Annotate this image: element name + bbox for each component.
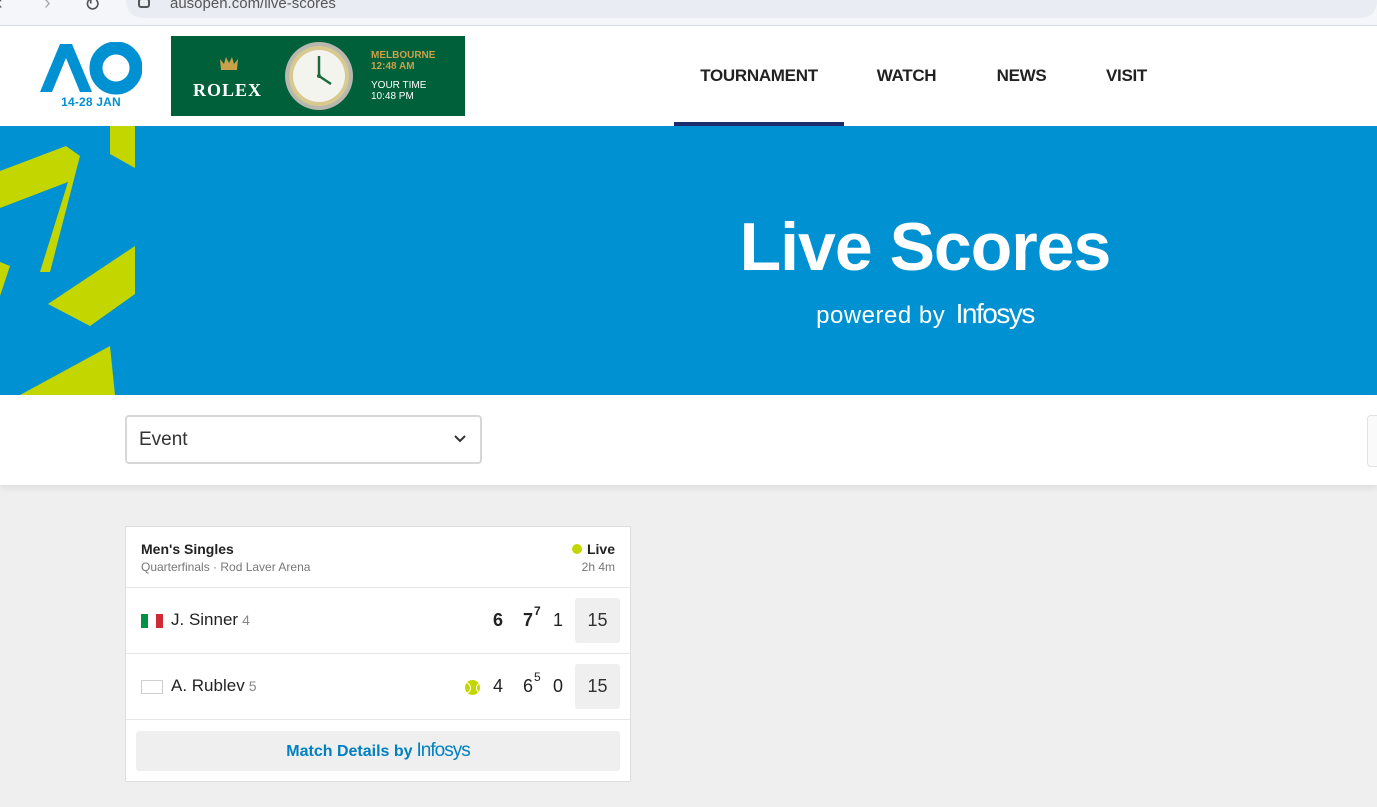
local-time: YOUR TIME 10:48 PM <box>371 80 427 102</box>
powered-by-text: powered by <box>816 302 946 329</box>
powered-by: powered by Infosys <box>700 298 1150 330</box>
event-name: Men's Singles <box>141 541 234 557</box>
hero-banner: Live Scores powered by Infosys <box>0 126 1377 395</box>
nav-visit[interactable]: VISIT <box>1074 26 1179 126</box>
set-score: 65 <box>522 670 541 696</box>
chevron-down-icon <box>454 435 466 443</box>
set-score: 77 <box>522 604 541 630</box>
url-text[interactable]: ausopen.com/live-scores <box>170 0 336 12</box>
set-score: 6 <box>492 610 503 630</box>
live-dot-icon <box>571 544 582 554</box>
round-court: Quarterfinals · Rod Laver Arena <box>141 560 311 574</box>
italy-flag-icon <box>141 614 163 628</box>
site-header: 14-28 JAN ROLEX MELBOURNE 12:48 AM YOUR … <box>0 26 1377 126</box>
secondary-filter-edge[interactable] <box>1367 415 1377 467</box>
nav-tournament[interactable]: TOURNAMENT <box>674 26 844 126</box>
filter-bar: Event <box>0 395 1377 485</box>
crown-icon <box>220 57 238 70</box>
page-title: Live Scores <box>739 209 1112 285</box>
nav-watch[interactable]: WATCH <box>844 26 969 126</box>
set-score: 1 <box>552 610 563 630</box>
event-dropdown[interactable]: Event <box>125 415 482 464</box>
reload-icon[interactable]: ↻ <box>84 0 101 17</box>
set-score: 0 <box>552 676 563 696</box>
player-name[interactable]: A. Rublev 5 <box>171 676 257 696</box>
rolex-wordmark: ROLEX <box>193 80 263 100</box>
decorative-shapes <box>0 126 135 395</box>
infosys-logo: Infosys <box>955 298 1036 329</box>
ao-logo-icon <box>40 42 142 95</box>
serving-ball-icon <box>465 680 480 695</box>
browser-toolbar: ‹ › ↻ ausopen.com/live-scores <box>0 0 1377 26</box>
player-name[interactable]: J. Sinner 4 <box>171 610 250 630</box>
ao-logo[interactable]: 14-28 JAN <box>40 42 142 112</box>
match-card[interactable]: Men's Singles Quarterfinals · Rod Laver … <box>125 526 631 782</box>
match-header: Men's Singles Quarterfinals · Rod Laver … <box>126 527 630 588</box>
match-duration: 2h 4m <box>581 560 615 574</box>
live-status: Live <box>571 541 615 557</box>
set-score: 4 <box>492 676 503 696</box>
game-score: 15 <box>575 664 620 709</box>
player-row: A. Rublev 5 4 65 0 15 <box>126 654 630 720</box>
player-seed: 5 <box>248 678 257 694</box>
rolex-ad-banner[interactable]: ROLEX MELBOURNE 12:48 AM YOUR TIME 10:48… <box>171 36 465 116</box>
melbourne-time: MELBOURNE 12:48 AM <box>371 50 436 72</box>
back-icon[interactable]: ‹ <box>0 0 3 15</box>
tiebreak-score: 7 <box>534 604 541 618</box>
match-details-button[interactable]: Match Details by Infosys <box>136 731 620 771</box>
infosys-logo: Infosys <box>416 740 471 761</box>
nav-news[interactable]: NEWS <box>969 26 1074 126</box>
tournament-dates: 14-28 JAN <box>61 95 121 109</box>
site-info-icon[interactable] <box>138 0 150 8</box>
tiebreak-score: 5 <box>534 670 541 684</box>
player-seed: 4 <box>242 612 250 628</box>
event-dropdown-label: Event <box>139 428 188 450</box>
clock-icon <box>285 42 353 110</box>
flag-icon <box>141 680 163 694</box>
forward-icon[interactable]: › <box>44 0 51 15</box>
live-label: Live <box>586 541 615 557</box>
main-nav: TOURNAMENT WATCH NEWS VISIT <box>674 26 1179 126</box>
match-details-label: Match Details by <box>286 743 413 760</box>
player-row: J. Sinner 4 6 77 1 15 <box>126 588 630 654</box>
game-score: 15 <box>575 598 620 643</box>
address-bar[interactable]: ausopen.com/live-scores <box>126 0 1377 18</box>
